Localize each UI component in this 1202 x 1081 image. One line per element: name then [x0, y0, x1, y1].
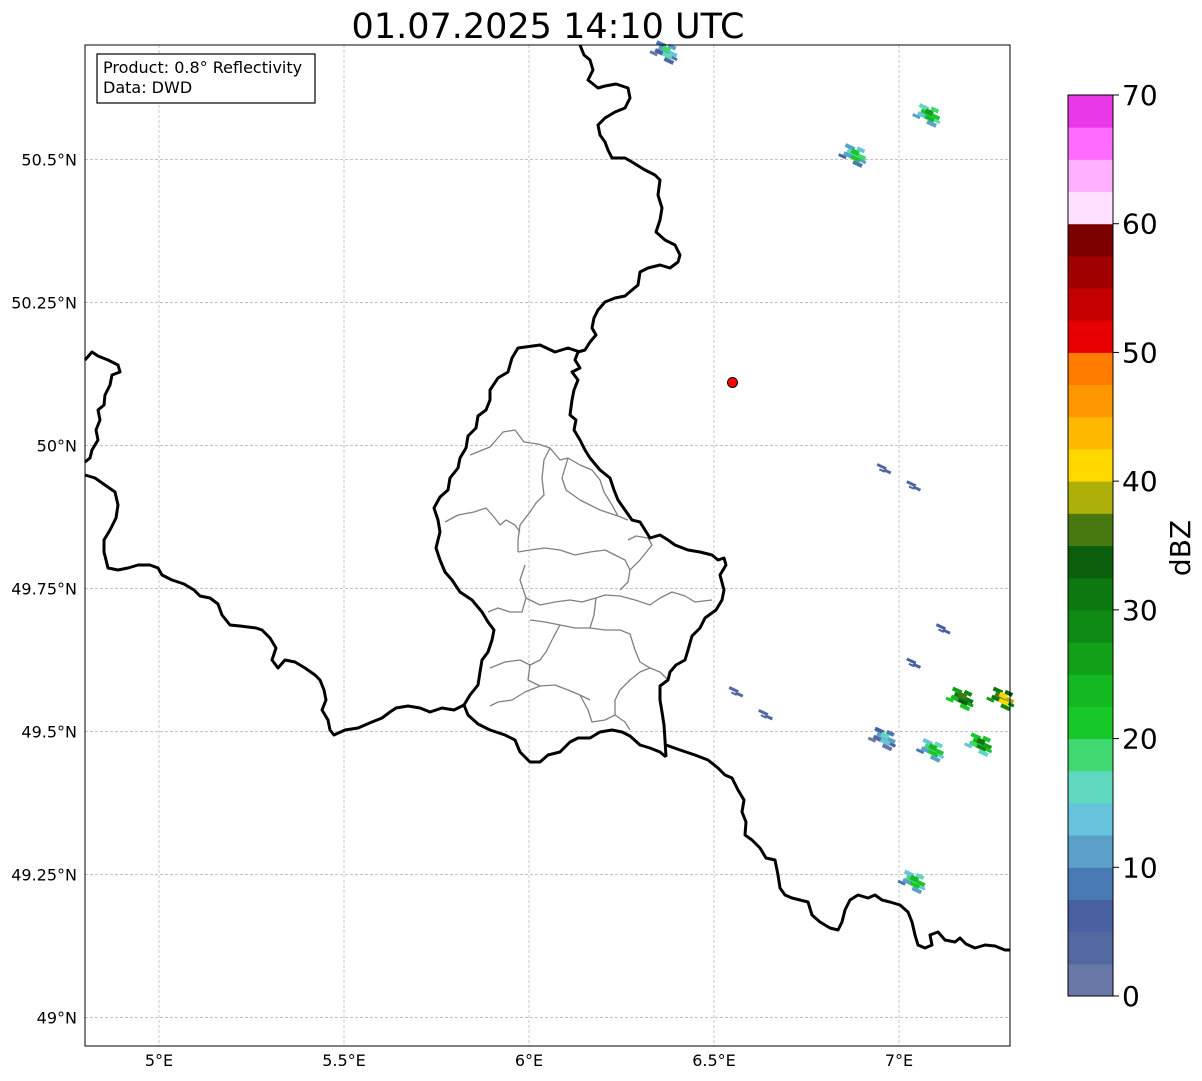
colorbar-swatch — [1068, 545, 1113, 579]
x-tick-label: 7°E — [885, 1051, 913, 1070]
radar-site-marker — [727, 376, 738, 388]
x-tick-label: 6.5°E — [692, 1051, 736, 1070]
colorbar: 0 10 20 30 40 50 60 70 dBZ — [1067, 79, 1197, 1013]
colorbar-swatch — [1068, 674, 1113, 707]
colorbar-swatch — [1068, 770, 1113, 804]
colorbar-swatch — [1068, 191, 1113, 225]
y-tick-label: 49°N — [37, 1008, 77, 1027]
colorbar-swatch — [1068, 127, 1113, 160]
colorbar-swatch — [1068, 706, 1113, 740]
colorbar-label: dBZ — [1164, 520, 1197, 576]
colorbar-swatch — [1068, 931, 1113, 965]
colorbar-swatch — [1068, 416, 1113, 450]
y-tick-label: 49.25°N — [11, 865, 77, 884]
colorbar-swatch — [1068, 899, 1113, 933]
colorbar-swatch — [1068, 352, 1113, 386]
y-tick-label: 49.75°N — [11, 579, 77, 598]
map-title: 01.07.2025 14:10 UTC — [352, 7, 745, 47]
x-tick-label: 5°E — [145, 1051, 173, 1070]
colorbar-tick-label: 70 — [1122, 79, 1158, 112]
colorbar-swatch — [1068, 448, 1113, 482]
colorbar-swatch — [1068, 577, 1113, 611]
colorbar-tick-label: 50 — [1122, 336, 1158, 369]
colorbar-tick-label: 20 — [1122, 723, 1158, 756]
y-tick-label: 49.5°N — [21, 722, 77, 741]
radar-figure: 01.07.2025 14:10 UTC Product: 0.8° Refle… — [11, 7, 1197, 1070]
x-tick-label: 6°E — [515, 1051, 543, 1070]
info-data-source: Data: DWD — [103, 78, 192, 97]
colorbar-swatch — [1068, 738, 1113, 772]
info-product: Product: 0.8° Reflectivity — [103, 58, 302, 77]
colorbar-swatch — [1068, 513, 1113, 546]
colorbar-swatch — [1068, 802, 1113, 836]
y-tick-label: 50.5°N — [21, 150, 77, 169]
x-tick-label: 5.5°E — [322, 1051, 366, 1070]
colorbar-swatch — [1068, 159, 1113, 193]
colorbar-tick-label: 10 — [1122, 851, 1158, 884]
colorbar-tick-label: 40 — [1122, 465, 1158, 498]
colorbar-swatch — [1068, 320, 1113, 353]
map-plot-area: Product: 0.8° Reflectivity Data: DWD — [83, 40, 1015, 1047]
colorbar-swatch — [1068, 255, 1113, 289]
colorbar-tick-label: 0 — [1122, 980, 1140, 1013]
colorbar-swatch — [1068, 95, 1113, 128]
colorbar-tick-label: 30 — [1122, 594, 1158, 627]
colorbar-swatch — [1068, 835, 1113, 868]
colorbar-swatch — [1068, 481, 1113, 514]
info-box: Product: 0.8° Reflectivity Data: DWD — [96, 53, 316, 104]
colorbar-swatches — [1068, 95, 1113, 997]
y-tick-label: 50°N — [37, 436, 77, 455]
colorbar-ticks: 0 10 20 30 40 50 60 70 — [1113, 79, 1158, 1013]
colorbar-swatch — [1068, 642, 1113, 675]
colorbar-swatch — [1068, 963, 1113, 997]
colorbar-swatch — [1068, 867, 1113, 900]
colorbar-tick-label: 60 — [1122, 208, 1158, 241]
colorbar-swatch — [1068, 223, 1113, 257]
y-tick-label: 50.25°N — [11, 293, 77, 312]
colorbar-swatch — [1068, 609, 1113, 643]
colorbar-swatch — [1068, 384, 1113, 418]
colorbar-swatch — [1068, 288, 1113, 321]
